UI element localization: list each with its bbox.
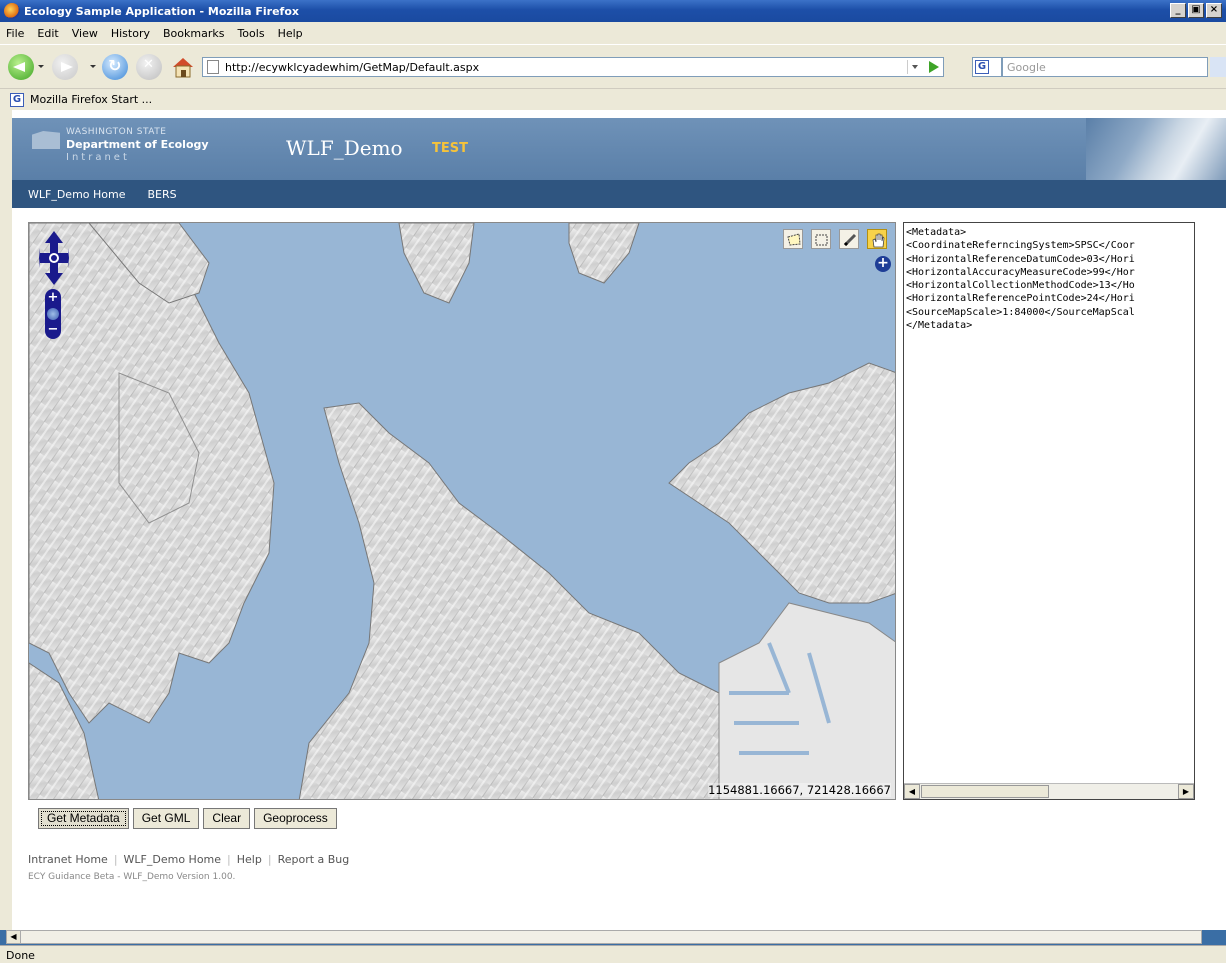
get-metadata-button[interactable]: Get Metadata <box>38 808 129 829</box>
search-input[interactable]: Google <box>1002 57 1208 77</box>
scroll-left-icon[interactable]: ◀ <box>7 931 21 943</box>
metadata-text[interactable]: <Metadata> <CoordinateReferncingSystem>S… <box>904 223 1194 335</box>
header-photo <box>1086 118 1226 180</box>
pan-control[interactable] <box>39 231 69 285</box>
minimize-button[interactable]: _ <box>1170 3 1186 18</box>
status-bar: Done <box>0 945 1226 963</box>
page-horizontal-scrollbar[interactable]: ◀ <box>6 930 1202 944</box>
home-icon[interactable] <box>170 54 196 80</box>
footer-intranet-home[interactable]: Intranet Home <box>28 853 108 866</box>
rectangle-tool-icon[interactable] <box>811 229 831 249</box>
reload-icon[interactable] <box>102 54 128 80</box>
zoom-in-icon[interactable]: + <box>47 291 59 304</box>
footer-report-bug[interactable]: Report a Bug <box>278 853 350 866</box>
get-gml-button[interactable]: Get GML <box>132 808 200 829</box>
footer-links: Intranet Home | WLF_Demo Home | Help | R… <box>28 853 350 866</box>
status-text: Done <box>6 949 35 962</box>
site-header: WASHINGTON STATE Department of Ecology I… <box>12 118 1226 180</box>
navigation-toolbar: http://ecywklcyadewhim/GetMap/Default.as… <box>0 44 1226 88</box>
zoom-control: + − <box>45 289 61 339</box>
globe-icon[interactable] <box>47 308 59 320</box>
go-arrow-icon[interactable] <box>925 60 941 74</box>
pan-hand-icon[interactable] <box>867 229 887 249</box>
washington-state-icon <box>32 131 60 149</box>
search-icon[interactable] <box>1210 57 1226 77</box>
menu-history[interactable]: History <box>111 27 150 40</box>
google-bookmark-icon: G <box>10 92 24 107</box>
pencil-tool-icon[interactable] <box>839 229 859 249</box>
clear-button[interactable]: Clear <box>203 808 251 829</box>
back-arrow-icon[interactable] <box>8 54 34 80</box>
metadata-horizontal-scrollbar[interactable]: ◀ ▶ <box>904 783 1194 799</box>
menu-bookmarks[interactable]: Bookmarks <box>163 27 224 40</box>
stop-icon[interactable] <box>136 54 162 80</box>
menu-edit[interactable]: Edit <box>37 27 58 40</box>
bookmark-firefox-start[interactable]: Mozilla Firefox Start ... <box>30 93 152 106</box>
map-toolbar <box>783 229 887 249</box>
footer-wlf-demo-home[interactable]: WLF_Demo Home <box>124 853 222 866</box>
menu-view[interactable]: View <box>72 27 98 40</box>
coordinate-readout: 1154881.16667, 721428.16667 <box>708 783 891 797</box>
back-dropdown-icon[interactable] <box>38 65 44 68</box>
menu-bar: File Edit View History Bookmarks Tools H… <box>0 22 1226 44</box>
address-url[interactable]: http://ecywklcyadewhim/GetMap/Default.as… <box>225 61 479 74</box>
firefox-logo-icon <box>4 3 20 19</box>
forward-arrow-icon[interactable] <box>52 54 78 80</box>
nav-bers[interactable]: BERS <box>148 188 177 201</box>
scroll-right-icon[interactable]: ▶ <box>1178 784 1194 799</box>
window-titlebar: Ecology Sample Application - Mozilla Fir… <box>0 0 1226 22</box>
footer-help[interactable]: Help <box>237 853 262 866</box>
google-icon: G <box>975 60 989 74</box>
restore-button[interactable]: ▣ <box>1188 3 1204 18</box>
action-buttons: Get Metadata Get GML Clear Geoprocess <box>38 808 337 829</box>
site-navigation: WLF_Demo Home BERS <box>12 180 1226 208</box>
map-viewer[interactable]: + − + 1154881.16667, 721428.16667 <box>28 222 896 800</box>
address-dropdown-icon[interactable] <box>907 60 921 74</box>
metadata-textarea[interactable]: <Metadata> <CoordinateReferncingSystem>S… <box>903 222 1195 800</box>
polygon-tool-icon[interactable] <box>783 229 803 249</box>
window-title: Ecology Sample Application - Mozilla Fir… <box>24 4 299 18</box>
app-title: WLF_Demo <box>286 136 403 160</box>
scroll-thumb[interactable] <box>921 785 1049 798</box>
search-engine-selector[interactable]: G <box>972 57 1002 77</box>
menu-help[interactable]: Help <box>278 27 303 40</box>
menu-tools[interactable]: Tools <box>237 27 264 40</box>
menu-file[interactable]: File <box>6 27 24 40</box>
zoom-out-icon[interactable]: − <box>47 323 59 336</box>
close-button[interactable]: × <box>1206 3 1222 18</box>
geoprocess-button[interactable]: Geoprocess <box>254 808 337 829</box>
nav-wlf-demo-home[interactable]: WLF_Demo Home <box>28 188 126 201</box>
scroll-left-icon[interactable]: ◀ <box>904 784 920 799</box>
forward-dropdown-icon[interactable] <box>90 65 96 68</box>
shaded-relief-map[interactable] <box>29 223 896 800</box>
bookmarks-toolbar: G Mozilla Firefox Start ... <box>0 88 1226 110</box>
environment-badge: TEST <box>432 141 468 156</box>
page-icon <box>207 60 219 74</box>
expand-plus-icon[interactable]: + <box>875 256 891 272</box>
address-bar[interactable]: http://ecywklcyadewhim/GetMap/Default.as… <box>202 57 944 77</box>
version-text: ECY Guidance Beta - WLF_Demo Version 1.0… <box>28 872 236 882</box>
